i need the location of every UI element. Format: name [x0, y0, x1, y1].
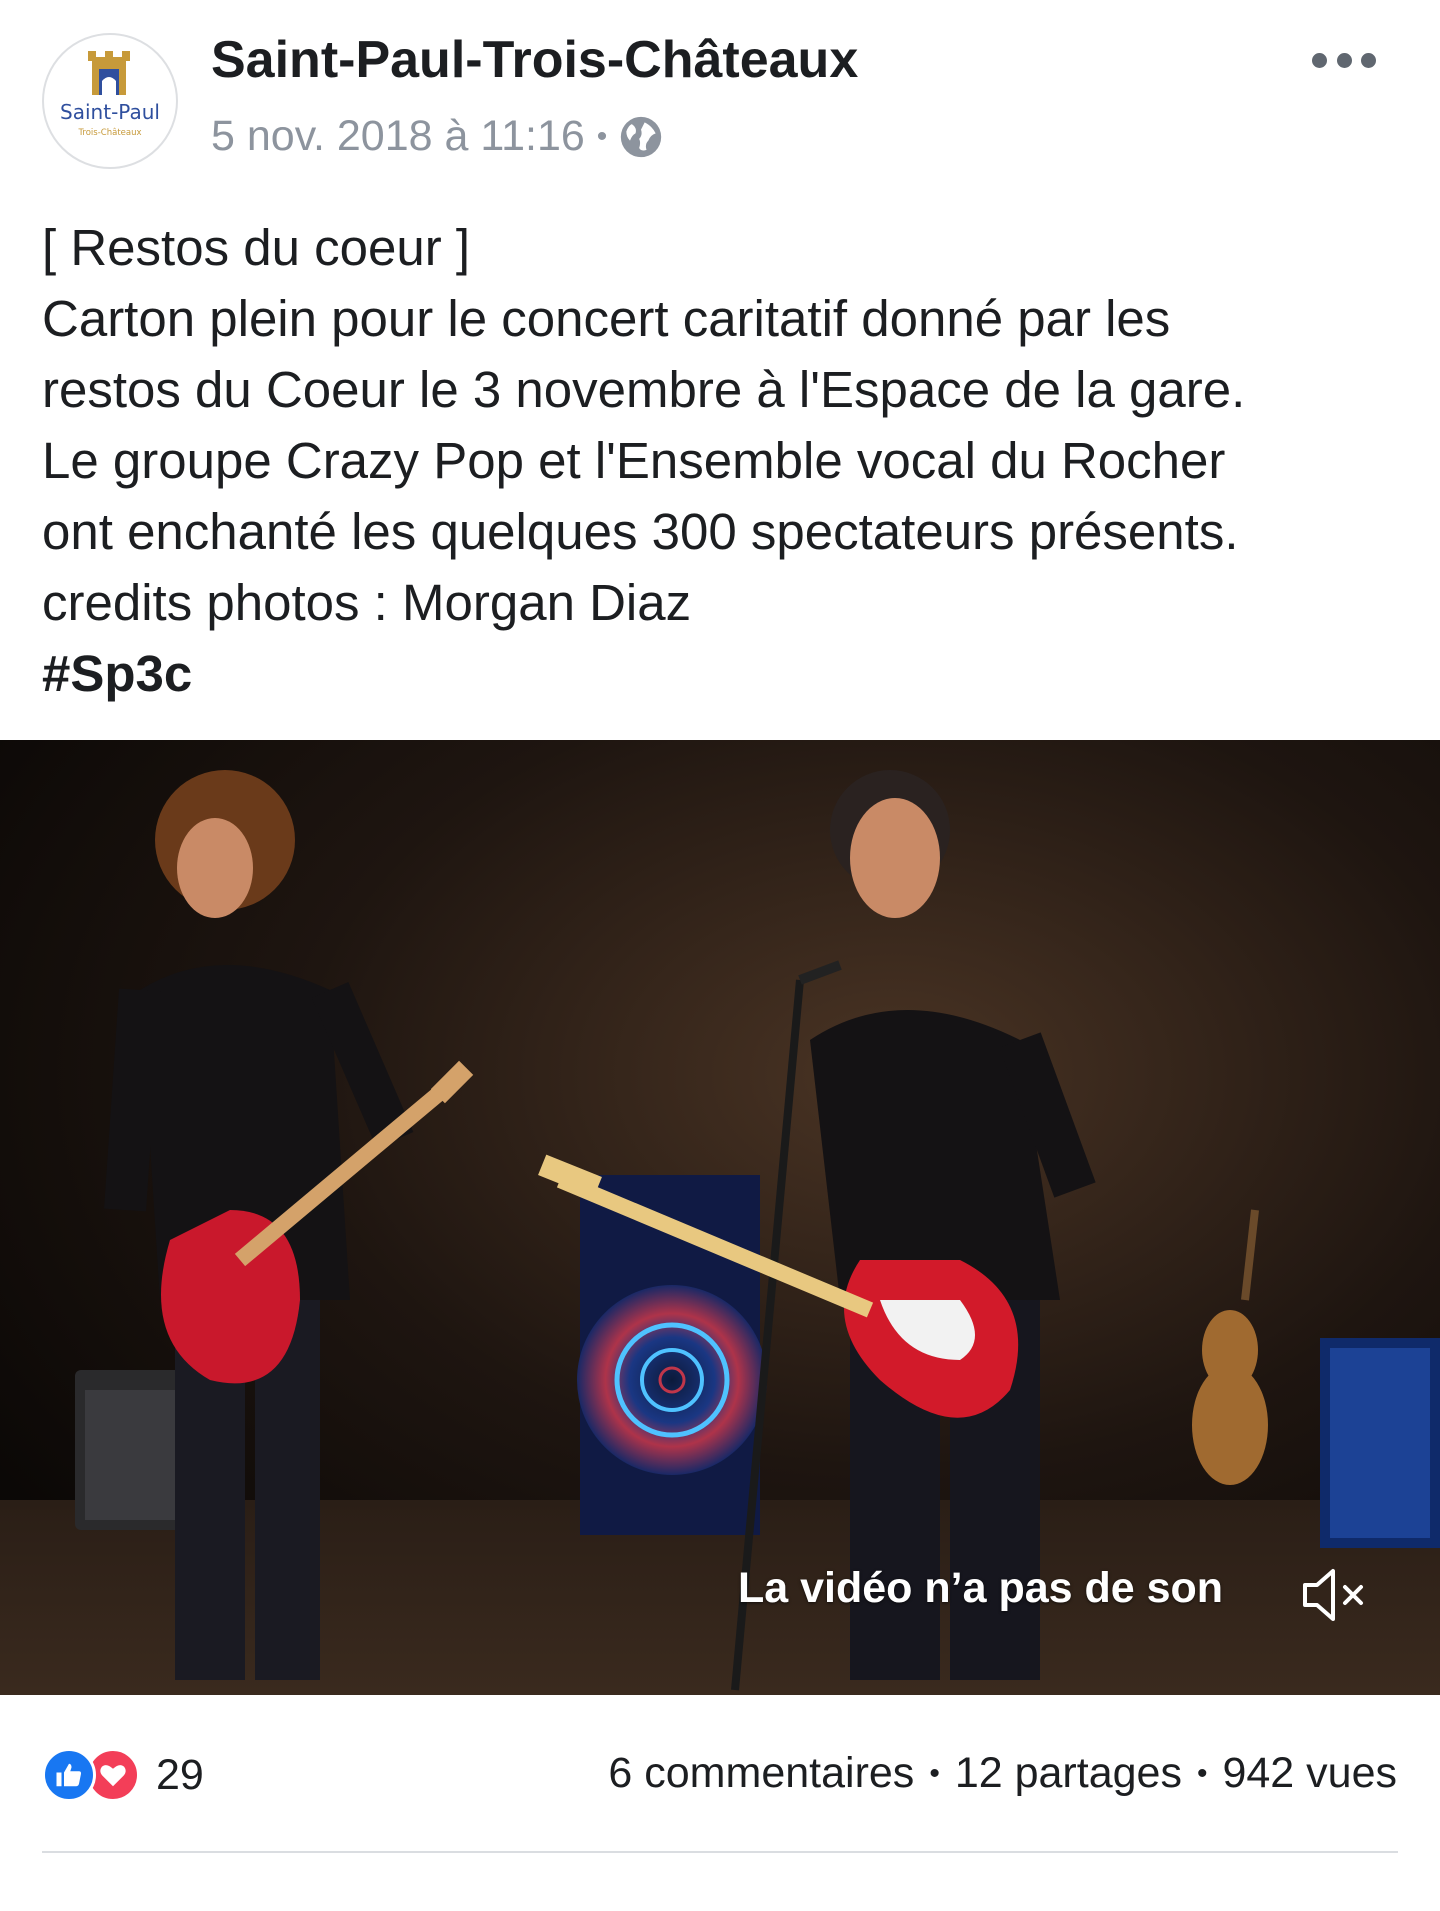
more-dot: [1312, 52, 1327, 68]
town-logo: Saint-Paul Trois-Châteaux: [60, 51, 160, 138]
post-text-line: restos du Coeur le 3 novembre à l'Espace…: [42, 361, 1246, 418]
engagement-counts: 6 commentaires • 12 partages • 942 vues: [608, 1749, 1397, 1798]
views-count: 942 vues: [1222, 1749, 1397, 1797]
more-dot: [1361, 52, 1376, 68]
more-options-icon[interactable]: [1312, 48, 1376, 72]
post-stats: 29 6 commentaires • 12 partages • 942 vu…: [0, 1735, 1440, 1815]
shares-count-link[interactable]: 12 partages: [955, 1749, 1182, 1798]
post-body-text: [ Restos du coeur ] Carton plein pour le…: [42, 212, 1422, 709]
meta-separator: •: [596, 119, 608, 153]
no-sound-label: La vidéo n’a pas de son: [738, 1564, 1224, 1612]
video-player[interactable]: La vidéo n’a pas de son: [0, 740, 1440, 1695]
post-meta: 5 nov. 2018 à 11:16 •: [211, 112, 663, 161]
logo-text-line1: Saint-Paul: [60, 100, 160, 124]
page-name[interactable]: Saint-Paul-Trois-Châteaux: [211, 30, 858, 90]
more-dot: [1336, 52, 1352, 68]
stats-separator: •: [1196, 1756, 1208, 1790]
post-text-line: credits photos : Morgan Diaz: [42, 574, 692, 631]
post-text-line: ont enchanté les quelques 300 spectateur…: [42, 503, 1239, 560]
reactions-summary[interactable]: 29: [42, 1747, 204, 1803]
video-frame: [0, 740, 1440, 1695]
speaker-muted-icon[interactable]: [1295, 1555, 1375, 1635]
stats-separator: •: [929, 1756, 940, 1790]
hashtag-link[interactable]: #Sp3c: [42, 645, 192, 702]
post-text-line: [ Restos du coeur ]: [42, 219, 471, 276]
stats-divider: [42, 1851, 1398, 1853]
post-header: Saint-Paul Trois-Châteaux Saint-Paul-Tro…: [0, 0, 1440, 200]
page-avatar[interactable]: Saint-Paul Trois-Châteaux: [42, 33, 178, 169]
like-icon: [42, 1748, 96, 1802]
logo-text-line2: Trois-Châteaux: [77, 128, 141, 138]
reaction-count: 29: [156, 1750, 204, 1799]
post-timestamp[interactable]: 5 nov. 2018 à 11:16: [211, 112, 585, 161]
globe-icon: [621, 116, 662, 157]
post-text-line: Le groupe Crazy Pop et l'Ensemble vocal …: [42, 432, 1226, 489]
comments-count-link[interactable]: 6 commentaires: [608, 1749, 914, 1798]
post-text-line: Carton plein pour le concert caritatif d…: [42, 290, 1171, 347]
